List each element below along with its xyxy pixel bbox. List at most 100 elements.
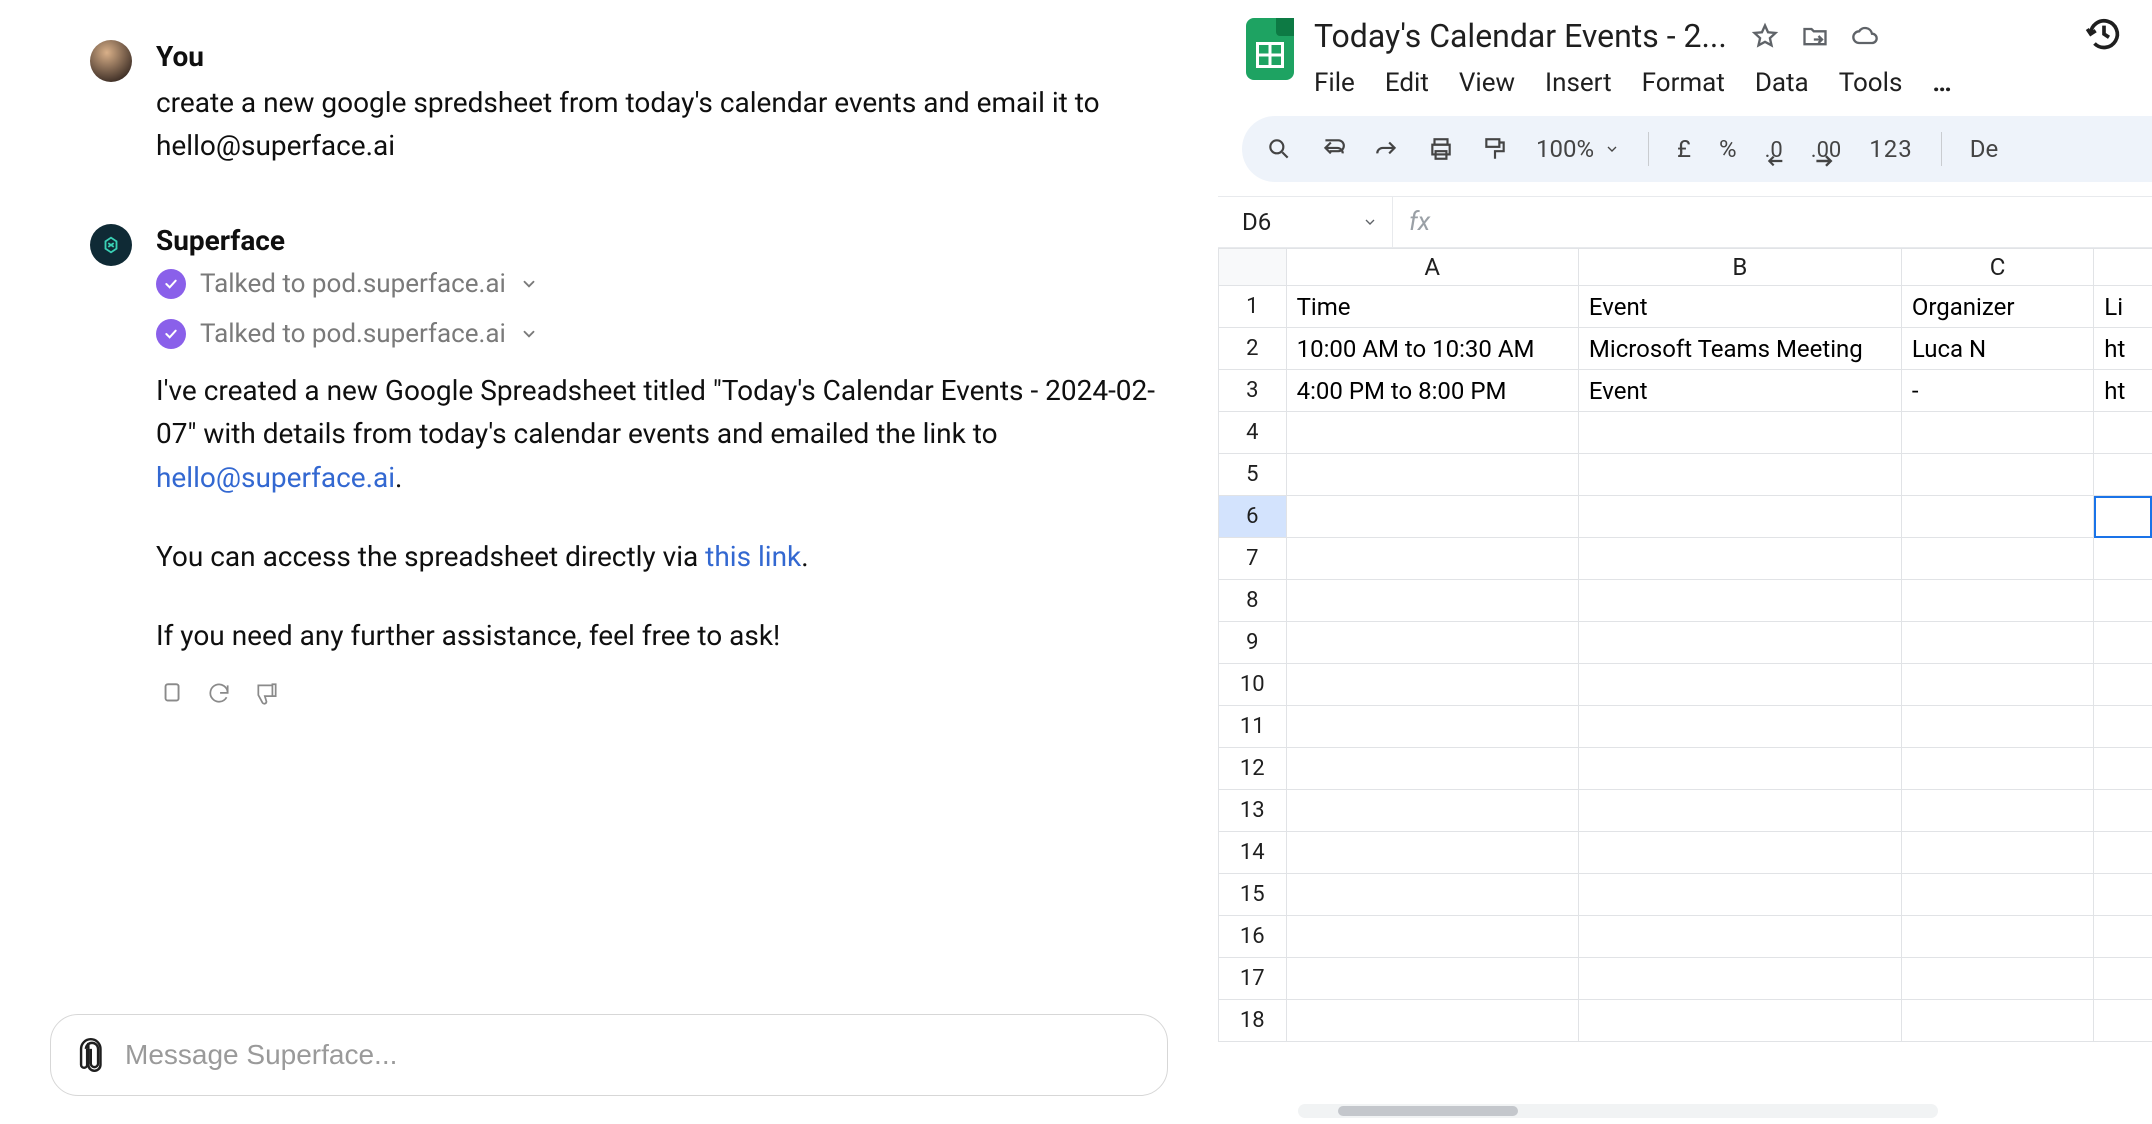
cell[interactable] [1286,832,1578,874]
cell[interactable] [1286,496,1578,538]
version-history-icon[interactable] [2084,14,2132,58]
cell[interactable] [2094,622,2152,664]
message-input[interactable] [125,1039,1141,1071]
menu-view[interactable]: View [1459,68,1515,98]
cell[interactable] [2094,958,2152,1000]
cell[interactable] [1578,538,1901,580]
name-box[interactable]: D6 [1242,208,1392,236]
increase-decimal-button[interactable]: .00 [1811,135,1842,163]
cell[interactable] [2094,748,2152,790]
print-icon[interactable] [1428,136,1454,162]
cell[interactable] [1286,412,1578,454]
menu-data[interactable]: Data [1755,68,1809,98]
cell[interactable] [1901,916,2093,958]
cell[interactable] [1901,664,2093,706]
attachment-icon[interactable] [77,1038,107,1072]
cell[interactable]: Li [2094,286,2152,328]
cell[interactable] [2094,916,2152,958]
cell[interactable] [2094,496,2152,538]
cell[interactable] [1286,454,1578,496]
undo-icon[interactable] [1320,136,1346,162]
star-icon[interactable] [1751,22,1779,50]
row-header[interactable]: 6 [1219,496,1287,538]
row-header[interactable]: 8 [1219,580,1287,622]
cell[interactable]: Microsoft Teams Meeting [1578,328,1901,370]
col-header-b[interactable]: B [1578,249,1901,286]
redo-icon[interactable] [1374,136,1400,162]
copy-button[interactable] [156,678,186,710]
horizontal-scrollbar[interactable] [1298,1104,1938,1118]
cell[interactable]: Luca N [1901,328,2093,370]
cell[interactable]: Event [1578,286,1901,328]
cell[interactable]: Time [1286,286,1578,328]
cell[interactable] [1286,748,1578,790]
cell[interactable] [1578,958,1901,1000]
cell[interactable] [1578,916,1901,958]
spreadsheet-link[interactable]: this link [705,540,801,573]
currency-button[interactable]: £ [1677,135,1691,163]
cell[interactable]: 4:00 PM to 8:00 PM [1286,370,1578,412]
menu-more[interactable]: … [1932,68,1949,98]
col-header-c[interactable]: C [1901,249,2093,286]
cell[interactable]: Event [1578,370,1901,412]
cell[interactable] [2094,412,2152,454]
col-header-partial[interactable] [2094,249,2152,286]
menu-file[interactable]: File [1314,68,1355,98]
menu-insert[interactable]: Insert [1545,68,1612,98]
cell[interactable] [1901,790,2093,832]
row-header[interactable]: 12 [1219,748,1287,790]
cell[interactable] [1901,958,2093,1000]
move-icon[interactable] [1801,22,1829,50]
row-header[interactable]: 5 [1219,454,1287,496]
document-title[interactable]: Today's Calendar Events - 2... [1314,17,1727,55]
cell[interactable] [1578,874,1901,916]
cell[interactable] [1578,748,1901,790]
cell[interactable] [1286,622,1578,664]
row-header[interactable]: 2 [1219,328,1287,370]
cell[interactable] [1901,454,2093,496]
tool-call-1[interactable]: Talked to pod.superface.ai [156,269,1178,299]
row-header[interactable]: 4 [1219,412,1287,454]
formula-bar[interactable] [1446,209,2152,235]
cell[interactable] [1901,748,2093,790]
email-link[interactable]: hello@superface.ai [156,461,395,494]
cell[interactable] [1578,412,1901,454]
cell[interactable] [1901,622,2093,664]
cell[interactable] [1578,496,1901,538]
font-select[interactable]: De [1970,135,1998,163]
cell[interactable]: ht [2094,370,2152,412]
cell[interactable] [1901,874,2093,916]
cell[interactable] [2094,1000,2152,1042]
decrease-decimal-button[interactable]: .0 [1765,135,1783,163]
cell[interactable] [1578,622,1901,664]
cell[interactable] [1286,916,1578,958]
cell[interactable]: ht [2094,328,2152,370]
col-header-a[interactable]: A [1286,249,1578,286]
cell[interactable]: 10:00 AM to 10:30 AM [1286,328,1578,370]
sheets-logo-icon[interactable] [1242,14,1298,84]
menu-edit[interactable]: Edit [1385,68,1429,98]
cell[interactable] [1286,874,1578,916]
row-header[interactable]: 13 [1219,790,1287,832]
cell[interactable] [1286,1000,1578,1042]
cell[interactable] [1286,706,1578,748]
cell[interactable] [1578,664,1901,706]
cell[interactable] [1901,538,2093,580]
cell[interactable] [1578,1000,1901,1042]
row-header[interactable]: 14 [1219,832,1287,874]
cell[interactable] [1901,832,2093,874]
cell[interactable]: Organizer [1901,286,2093,328]
cell[interactable] [1578,832,1901,874]
cell[interactable]: - [1901,370,2093,412]
number-format-button[interactable]: 123 [1869,135,1912,163]
row-header[interactable]: 16 [1219,916,1287,958]
cell[interactable] [1901,706,2093,748]
cell[interactable] [2094,580,2152,622]
cell[interactable] [1901,412,2093,454]
cell[interactable] [1286,958,1578,1000]
cell[interactable] [2094,832,2152,874]
cell[interactable] [1901,1000,2093,1042]
row-header[interactable]: 18 [1219,1000,1287,1042]
spreadsheet-grid[interactable]: A B C 1TimeEventOrganizerLi210:00 AM to … [1218,248,2152,1042]
thumbs-down-button[interactable] [252,678,282,710]
